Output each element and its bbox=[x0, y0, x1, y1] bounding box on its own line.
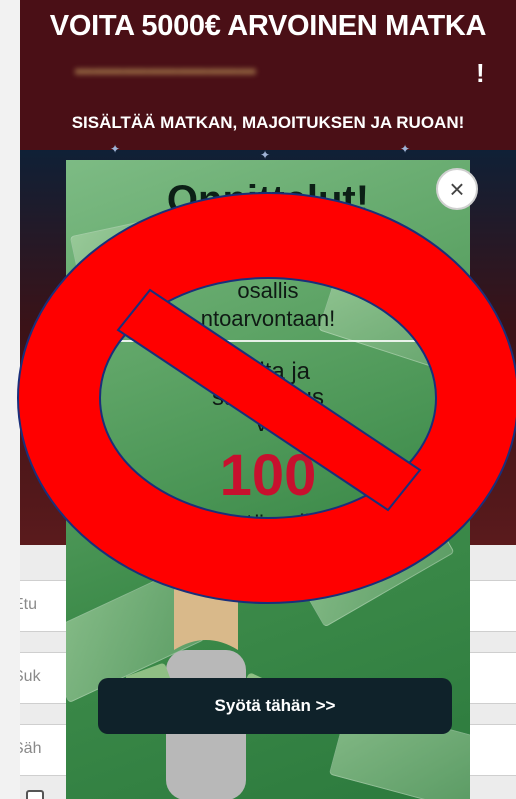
enter-cta-button[interactable]: Syötä tähän >> bbox=[98, 678, 452, 734]
woman-with-money-image bbox=[126, 560, 286, 799]
popup-title: Onnittelut! bbox=[166, 178, 370, 222]
promo-banner: VOITA 5000€ ARVOINEN MATKA ▪▪▪▪▪▪▪▪▪▪▪▪▪… bbox=[20, 0, 516, 150]
popup-text-line: a alta ja bbox=[225, 358, 311, 385]
consent-checkbox[interactable] bbox=[26, 790, 44, 799]
banner-title: VOITA 5000€ ARVOINEN MATKA bbox=[49, 10, 487, 42]
star-icon: ✦ bbox=[110, 142, 121, 156]
popup-divider bbox=[76, 340, 460, 342]
first-name-placeholder: Etu bbox=[20, 596, 38, 613]
close-icon[interactable]: × bbox=[436, 168, 478, 210]
email-placeholder: Säh bbox=[20, 740, 42, 757]
banner-exclamation: ! bbox=[476, 58, 485, 88]
popup-text-line: saa llisuus bbox=[211, 384, 325, 411]
star-icon: ✦ bbox=[400, 142, 411, 156]
banner-blurred-line: ▪▪▪▪▪▪▪▪▪▪▪▪▪▪▪▪▪▪▪▪▪▪▪▪▪▪▪▪▪▪ bbox=[75, 62, 256, 81]
popup-text-line: osallis bbox=[237, 278, 299, 303]
banner-subtitle: SISÄLTÄÄ MATKAN, MAJOITUKSEN JA RUOAN! bbox=[71, 113, 465, 132]
popup-text-line: vo bbox=[255, 410, 281, 437]
popup-text-line: ntoarvontaan! bbox=[200, 306, 336, 331]
last-name-placeholder: Suk bbox=[20, 668, 41, 685]
prize-amount: 100 bbox=[219, 443, 317, 508]
scam-popup: Onnittelut! osallis ntoarvontaan! a alta… bbox=[66, 160, 470, 799]
